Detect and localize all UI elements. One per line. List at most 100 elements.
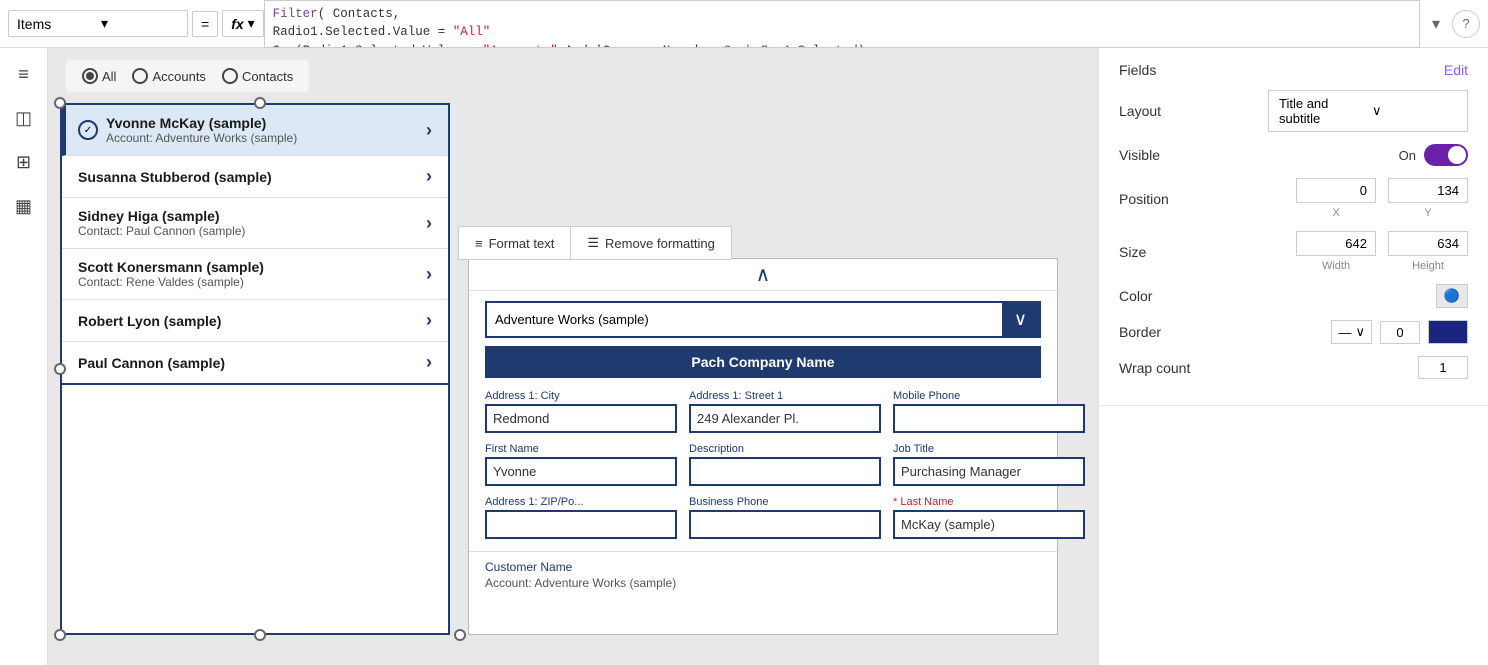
layout-label: Layout [1119,103,1161,119]
company-dropdown[interactable]: Adventure Works (sample) ∨ [485,301,1041,338]
remove-formatting-label: Remove formatting [605,236,715,251]
border-style-select[interactable]: — ∨ [1331,320,1372,344]
remove-formatting-icon: ☰ [587,235,599,251]
list-panel-wrapper: ✓ Yvonne McKay (sample) Account: Adventu… [60,103,460,635]
color-swatch[interactable]: 🔵 [1436,284,1468,308]
list-item-subtitle: Contact: Rene Valdes (sample) [78,275,426,289]
size-label: Size [1119,244,1146,260]
color-picker-icon: 🔵 [1444,288,1460,304]
handle-ml[interactable] [54,363,66,375]
handle-bl[interactable] [54,629,66,641]
help-button[interactable]: ? [1452,10,1480,38]
business-phone-input[interactable] [689,510,881,539]
first-name-input[interactable] [485,457,677,486]
top-bar: Items ▾ = fx ▾ Filter( Contacts, Radio1.… [0,0,1488,48]
mobile-phone-input[interactable] [893,404,1085,433]
format-text-icon: ≡ [475,236,483,251]
handle-bm[interactable] [254,629,266,641]
size-height-input[interactable] [1388,231,1468,256]
job-title-input[interactable] [893,457,1085,486]
list-item-arrow-icon: › [426,310,432,331]
address-city-input[interactable] [485,404,677,433]
edit-link[interactable]: Edit [1444,62,1468,78]
height-label: Height [1388,260,1468,272]
sidebar-icons: ≡ ◫ ⊞ ▦ [0,48,48,665]
patch-button[interactable]: Pach Company Name [485,346,1041,378]
list-item-title: Paul Cannon (sample) [78,355,426,371]
items-dropdown[interactable]: Items ▾ [8,10,188,37]
list-item-title: Robert Lyon (sample) [78,313,426,329]
visible-toggle[interactable] [1424,144,1468,166]
field-mobile-phone: Mobile Phone [893,390,1085,433]
list-item-subtitle: Account: Adventure Works (sample) [106,131,426,145]
list-item-arrow-icon: › [426,213,432,234]
border-label: Border [1119,324,1161,340]
handle-tl[interactable] [54,97,66,109]
zip-input[interactable] [485,510,677,539]
layout-value: Title and subtitle [1279,96,1364,126]
detail-collapse-button[interactable]: ∧ [469,259,1057,291]
format-text-button[interactable]: ≡ Format text [459,227,571,259]
company-dropdown-arrow-icon: ∨ [1002,303,1039,336]
position-x-input[interactable] [1296,178,1376,203]
formula-expand-button[interactable]: ▾ [1420,14,1452,34]
layers-icon[interactable]: ◫ [6,100,42,136]
radio-all-circle [82,68,98,84]
border-width-input[interactable] [1380,321,1420,344]
equals-sign: = [192,11,218,37]
items-label: Items [17,16,95,32]
field-zip: Address 1: ZIP/Po... [485,496,677,539]
customer-name-label: Customer Name [485,560,1041,574]
x-label: X [1296,207,1376,219]
customer-name-value: Account: Adventure Works (sample) [485,576,1041,590]
position-y-group: Y [1388,178,1468,219]
list-item-title: Susanna Stubberod (sample) [78,169,426,185]
last-name-input[interactable] [893,510,1085,539]
radio-accounts[interactable]: Accounts [132,68,205,84]
handle-br[interactable] [454,629,466,641]
dashboard-icon[interactable]: ▦ [6,188,42,224]
company-value: Adventure Works (sample) [487,306,1002,333]
field-description: Description [689,443,881,486]
radio-contacts[interactable]: Contacts [222,68,293,84]
right-panel: Fields Edit Layout Title and subtitle ∨ … [1098,48,1488,665]
list-item-arrow-icon: › [426,264,432,285]
address-street-input[interactable] [689,404,881,433]
list-item[interactable]: Paul Cannon (sample) › [62,342,448,385]
customer-name-section: Customer Name Account: Adventure Works (… [469,551,1057,598]
width-label: Width [1296,260,1376,272]
field-address-city: Address 1: City [485,390,677,433]
list-item-title: Yvonne McKay (sample) [106,115,426,131]
field-last-name: * Last Name [893,496,1085,539]
radio-all[interactable]: All [82,68,116,84]
layout-dropdown[interactable]: Title and subtitle ∨ [1268,90,1468,132]
hamburger-icon[interactable]: ≡ [6,56,42,92]
size-width-group: Width [1296,231,1376,272]
format-toolbar: ≡ Format text ☰ Remove formatting [458,226,732,260]
formula-bar[interactable]: Filter( Contacts, Radio1.Selected.Value … [264,0,1420,48]
position-y-input[interactable] [1388,178,1468,203]
remove-formatting-button[interactable]: ☰ Remove formatting [571,227,730,259]
visible-value: On [1399,148,1416,163]
list-item-arrow-icon: › [426,120,432,141]
fx-button[interactable]: fx ▾ [222,10,263,37]
handle-tm[interactable] [254,97,266,109]
items-chevron-icon: ▾ [101,15,179,32]
grid-icon[interactable]: ⊞ [6,144,42,180]
position-x-group: X [1296,178,1376,219]
list-item[interactable]: Scott Konersmann (sample) Contact: Rene … [62,249,448,300]
border-color-swatch[interactable] [1428,320,1468,344]
wrap-count-input[interactable] [1418,356,1468,379]
list-item-title: Sidney Higa (sample) [78,208,426,224]
item-icon: ✓ [78,120,98,140]
field-job-title: Job Title [893,443,1085,486]
radio-contacts-label: Contacts [242,69,293,84]
list-item[interactable]: ✓ Yvonne McKay (sample) Account: Adventu… [62,105,448,156]
list-item[interactable]: Susanna Stubberod (sample) › [62,156,448,198]
detail-panel: ∧ Adventure Works (sample) ∨ Pach Compan… [468,258,1058,635]
y-label: Y [1388,207,1468,219]
description-input[interactable] [689,457,881,486]
list-item[interactable]: Sidney Higa (sample) Contact: Paul Canno… [62,198,448,249]
list-item[interactable]: Robert Lyon (sample) › [62,300,448,342]
size-width-input[interactable] [1296,231,1376,256]
